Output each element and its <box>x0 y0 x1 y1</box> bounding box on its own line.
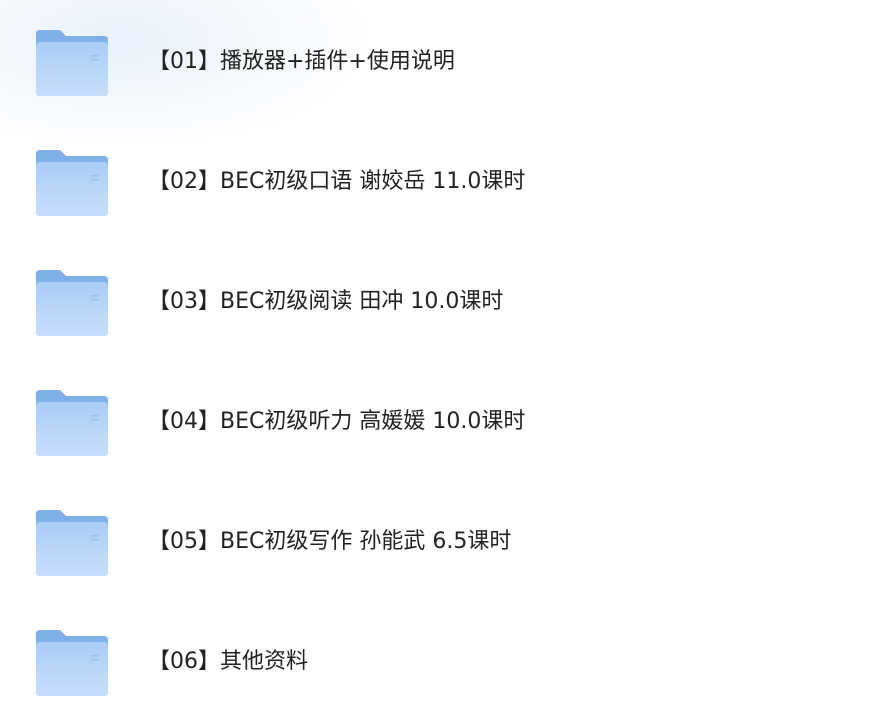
folder-name: 【01】播放器+插件+使用说明 <box>148 49 455 74</box>
folder-name: 【06】其他资料 <box>148 649 308 674</box>
folder-item-04[interactable]: 【04】BEC初级听力 高媛媛 10.0课时 <box>0 390 884 480</box>
folder-name: 【03】BEC初级阅读 田冲 10.0课时 <box>148 289 504 314</box>
folder-name: 【05】BEC初级写作 孙能武 6.5课时 <box>148 529 512 554</box>
folder-item-02[interactable]: 【02】BEC初级口语 谢姣岳 11.0课时 <box>0 150 884 240</box>
folder-icon <box>36 390 108 456</box>
folder-item-01[interactable]: 【01】播放器+插件+使用说明 <box>0 30 884 120</box>
folder-icon <box>36 630 108 696</box>
folder-icon <box>36 150 108 216</box>
folder-icon <box>36 30 108 96</box>
folder-item-03[interactable]: 【03】BEC初级阅读 田冲 10.0课时 <box>0 270 884 360</box>
folder-item-05[interactable]: 【05】BEC初级写作 孙能武 6.5课时 <box>0 510 884 600</box>
folder-icon <box>36 270 108 336</box>
folder-item-06[interactable]: 【06】其他资料 <box>0 630 884 720</box>
folder-name: 【04】BEC初级听力 高媛媛 10.0课时 <box>148 409 526 434</box>
folder-icon <box>36 510 108 576</box>
folder-name: 【02】BEC初级口语 谢姣岳 11.0课时 <box>148 169 526 194</box>
folder-list: 【01】播放器+插件+使用说明 【02】BEC初级口语 谢姣岳 11.0课时 【… <box>0 0 884 727</box>
